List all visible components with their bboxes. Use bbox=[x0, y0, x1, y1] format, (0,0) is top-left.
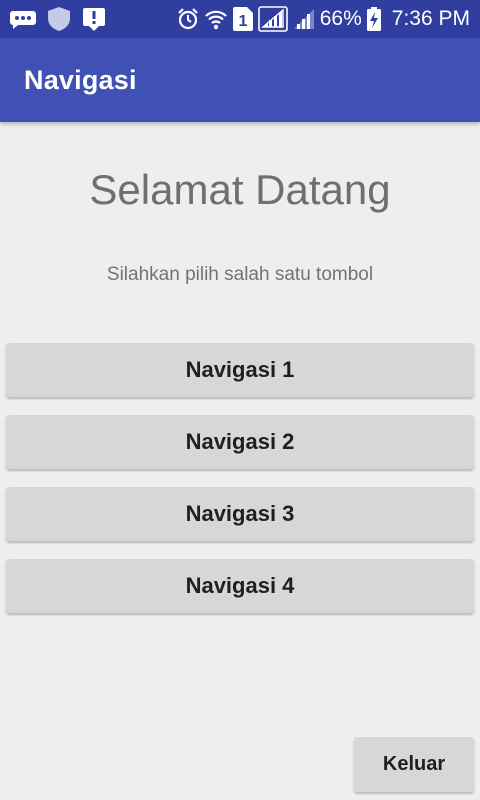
navigasi-4-button[interactable]: Navigasi 4 bbox=[6, 559, 474, 613]
instruction-text: Silahkan pilih salah satu tombol bbox=[106, 264, 374, 285]
exit-button[interactable]: Keluar bbox=[354, 737, 474, 792]
app-title: Navigasi bbox=[24, 64, 137, 95]
download-alert-icon bbox=[82, 7, 106, 31]
svg-text:1: 1 bbox=[238, 13, 247, 30]
wifi-icon bbox=[204, 7, 228, 31]
signal-icon-2 bbox=[293, 7, 315, 31]
app-bar: Navigasi bbox=[0, 38, 480, 122]
shield-icon bbox=[48, 7, 70, 31]
battery-charging-icon bbox=[366, 7, 381, 31]
sim-icon: 1 bbox=[232, 7, 253, 31]
navigasi-1-button[interactable]: Navigasi 1 bbox=[6, 343, 474, 397]
welcome-heading: Selamat Datang bbox=[89, 166, 391, 213]
navigasi-3-button[interactable]: Navigasi 3 bbox=[6, 487, 474, 541]
alarm-icon bbox=[177, 7, 199, 31]
signal-icon bbox=[257, 6, 288, 32]
battery-percent: 66% bbox=[319, 7, 362, 30]
clock: 7:36 PM bbox=[391, 7, 470, 30]
status-bar: 1 66% 7:36 PM bbox=[0, 0, 480, 38]
message-icon bbox=[10, 7, 36, 31]
navigasi-2-button[interactable]: Navigasi 2 bbox=[6, 415, 474, 469]
